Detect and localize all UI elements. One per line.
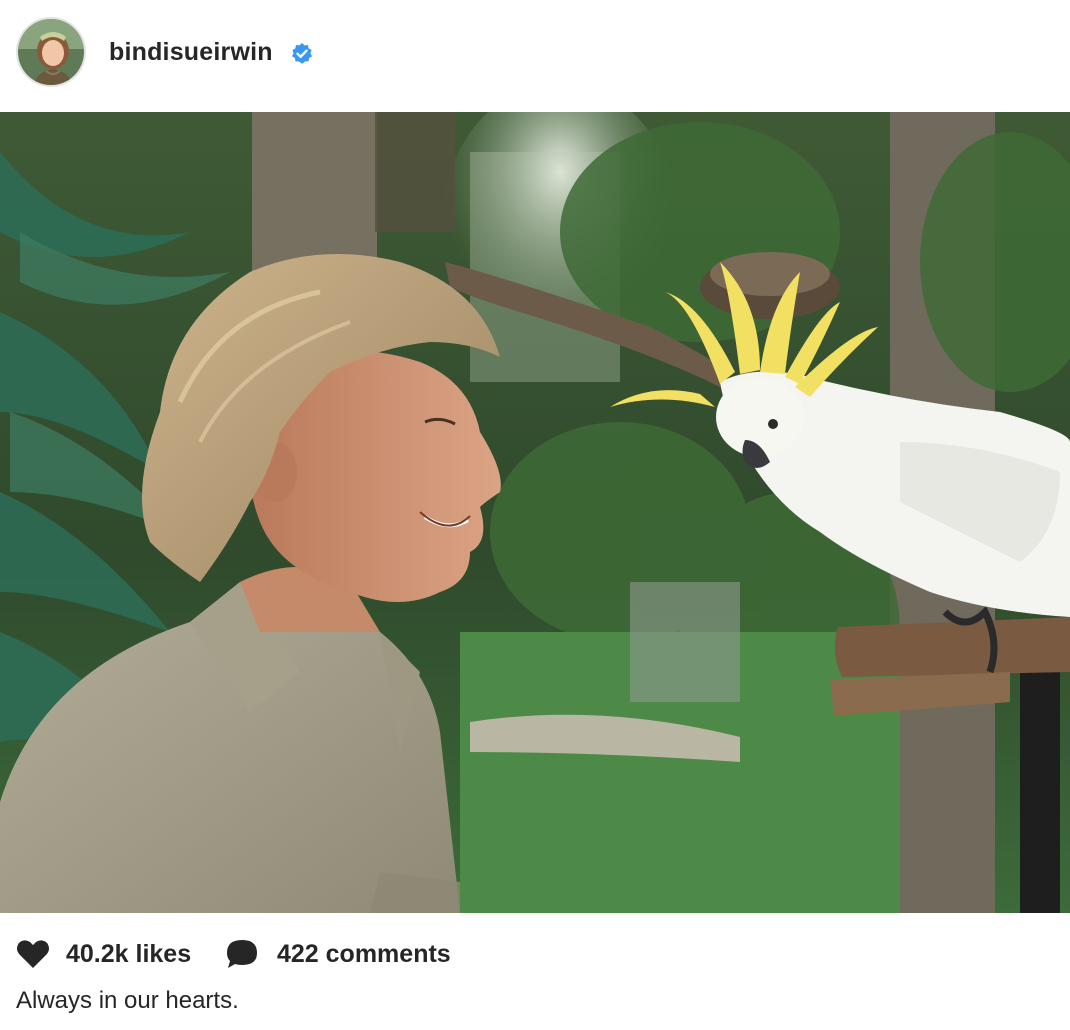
post-photo[interactable] [0,112,1070,913]
likes-count[interactable]: 40.2k likes [66,940,191,969]
avatar[interactable] [16,17,86,87]
comments-count[interactable]: 422 comments [277,940,451,969]
username[interactable]: bindisueirwin [109,38,273,67]
instagram-post: bindisueirwin 40.2k likes 422 comments A… [0,0,1070,1030]
post-header: bindisueirwin [0,0,1070,112]
heart-icon[interactable] [16,939,50,969]
verified-badge-icon [290,42,314,66]
post-caption: Always in our hearts. [16,987,239,1014]
comment-bubble-icon[interactable] [225,938,259,970]
post-actions: 40.2k likes 422 comments Always in our h… [0,913,1070,1030]
